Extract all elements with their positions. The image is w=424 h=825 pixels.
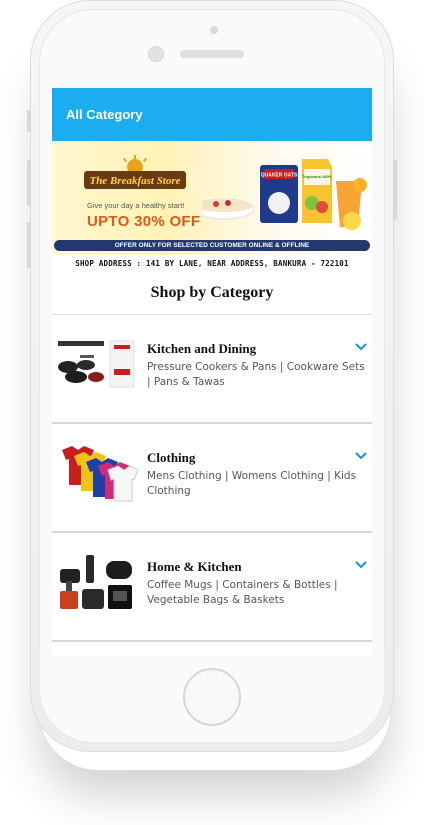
shop-address: SHOP ADDRESS : 141 BY LANE, NEAR ADDRESS… bbox=[75, 259, 349, 268]
category-description: Coffee Mugs | Containers & Bottles | Veg… bbox=[147, 579, 338, 606]
banner-offer: UPTO 30% OFF bbox=[87, 213, 201, 230]
front-camera bbox=[148, 46, 164, 62]
page-title: All Category bbox=[66, 107, 143, 122]
app-bar: All Category bbox=[52, 88, 372, 141]
chevron-down-icon[interactable] bbox=[355, 560, 367, 570]
breakfast-store-logo: The Breakfast Store bbox=[84, 155, 186, 189]
power-button bbox=[393, 160, 397, 220]
mute-switch bbox=[27, 110, 31, 132]
home-button[interactable] bbox=[183, 668, 241, 726]
category-name: Home & Kitchen bbox=[147, 559, 242, 574]
offer-strip: OFFER ONLY FOR SELECTED CUSTOMER ONLINE … bbox=[54, 240, 370, 251]
volume-up-button bbox=[27, 160, 31, 206]
cookware-set-image bbox=[58, 340, 135, 388]
category-card-home-and-kitchen[interactable]: Home & Kitchen Coffee Mugs | Containers … bbox=[52, 533, 372, 642]
category-card-kitchen-and-dining[interactable]: Kitchen and Dining Pressure Cookers & Pa… bbox=[52, 315, 372, 424]
chevron-down-icon[interactable] bbox=[355, 451, 367, 461]
category-description: Mens Clothing | Womens Clothing | Kids C… bbox=[147, 470, 357, 497]
logo-text: The Breakfast Store bbox=[89, 175, 180, 187]
polo-shirts-image bbox=[62, 446, 138, 502]
earpiece-speaker bbox=[180, 50, 244, 58]
category-description: Pressure Cookers & Pans | Cookware Sets … bbox=[147, 361, 365, 388]
banner-tagline: Give your day a healthy start! bbox=[87, 201, 185, 210]
section-title: Shop by Category bbox=[52, 272, 372, 315]
oats-pack-label: QUAKER OATS bbox=[261, 173, 298, 179]
kitchen-appliances-image bbox=[60, 555, 132, 609]
chevron-down-icon[interactable] bbox=[355, 342, 367, 352]
volume-down-button bbox=[27, 222, 31, 268]
promo-banner[interactable]: The Breakfast Store Give your day a heal… bbox=[52, 141, 372, 255]
category-name: Clothing bbox=[147, 450, 196, 465]
category-card-clothing[interactable]: Clothing Mens Clothing | Womens Clothing… bbox=[52, 424, 372, 533]
proximity-sensor bbox=[210, 26, 218, 34]
breakfast-products-illustration: QUAKER OATS Tropicana 100% bbox=[202, 159, 367, 230]
category-name: Kitchen and Dining bbox=[147, 341, 257, 356]
juice-carton-label: Tropicana 100% bbox=[302, 174, 333, 179]
app-screen: All Category The Breakfast Store Give yo… bbox=[52, 88, 372, 656]
